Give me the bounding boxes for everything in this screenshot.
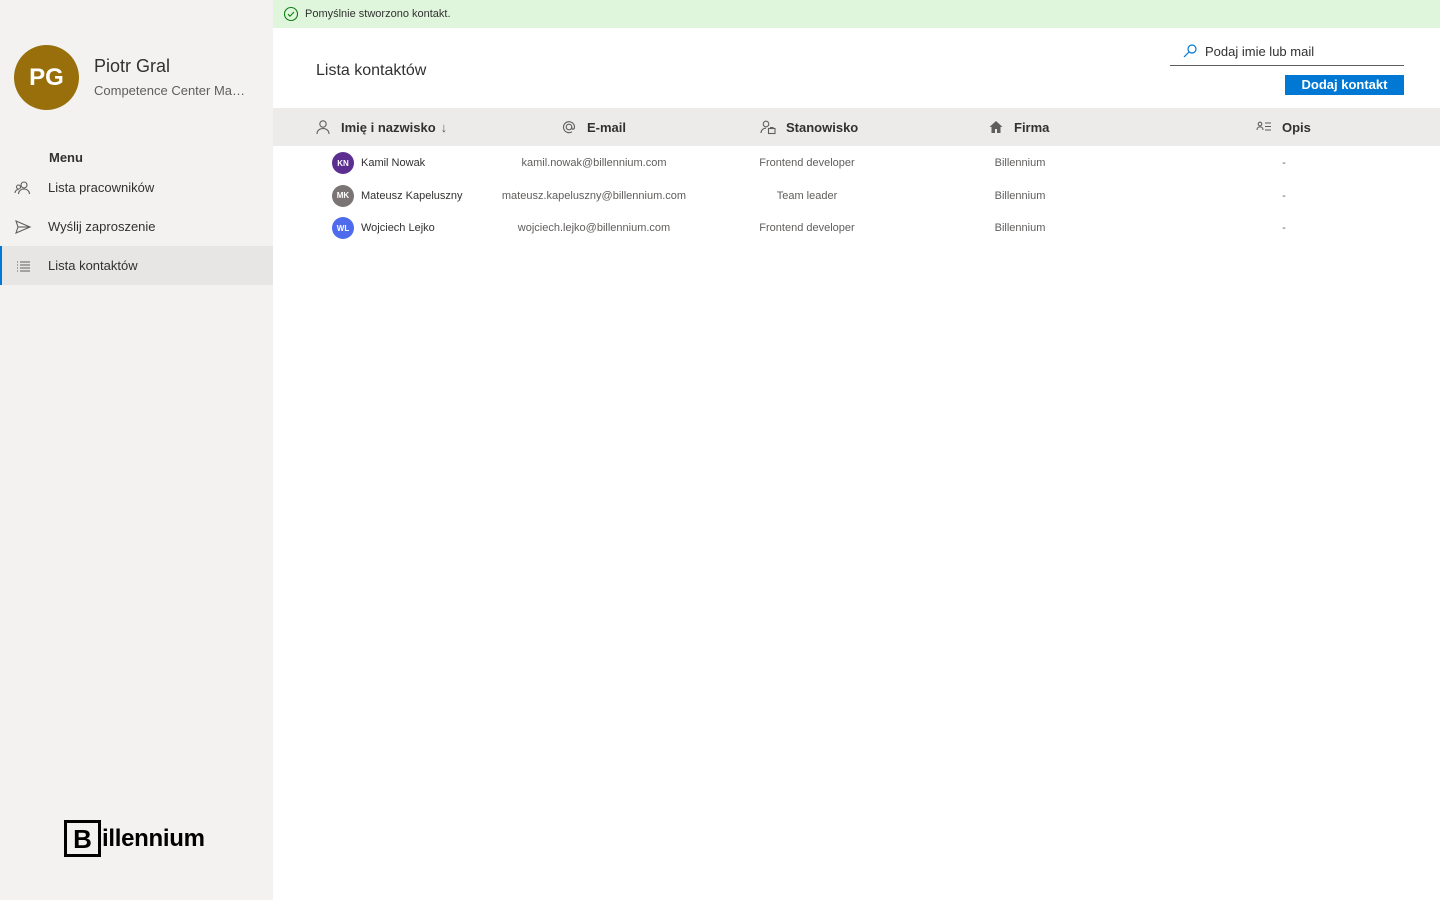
cell-position: Frontend developer [759, 222, 855, 235]
sidebar-item-label: Lista kontaktów [48, 258, 138, 273]
cell-description: - [1282, 189, 1286, 202]
column-header-company[interactable]: Firma [988, 108, 1049, 146]
check-circle-icon [283, 6, 299, 22]
user-profile: PG Piotr Gral Competence Center Manager [14, 45, 252, 110]
sidebar-nav: Lista pracowników Wyślij zaproszenie Lis… [0, 168, 273, 285]
contact-name: Mateusz Kapeluszny [361, 189, 463, 202]
contact-name: Kamil Nowak [361, 157, 426, 170]
home-icon [989, 121, 1003, 133]
cell-description: - [1282, 222, 1286, 235]
text-list-icon [1256, 121, 1271, 131]
avatar: KN [332, 152, 354, 175]
cell-email: mateusz.kapeluszny@billennium.com [501, 189, 687, 202]
search-icon [1183, 44, 1197, 58]
column-label: Firma [1014, 119, 1050, 135]
sidebar-item-label: Lista pracowników [48, 180, 155, 195]
cell-position: Frontend developer [759, 157, 855, 170]
column-header-position[interactable]: Stanowisko [760, 108, 858, 146]
sidebar-item-lista-pracownikow[interactable]: Lista pracowników [0, 168, 273, 207]
contact-card-icon [760, 120, 776, 135]
cell-company: Billennium [994, 222, 1046, 235]
avatar: PG [14, 45, 79, 110]
cell-company: Billennium [994, 157, 1046, 170]
menu-title: Menu [49, 150, 83, 165]
table-row[interactable]: KN Kamil Nowak kamil.nowak@billennium.co… [273, 147, 1440, 180]
notification-text: Pomyślnie stworzono kontakt. [305, 8, 451, 20]
avatar: WL [332, 217, 354, 240]
column-header-name[interactable]: Imię i nazwisko ↓ [315, 108, 447, 146]
search-box [1170, 41, 1404, 66]
cell-email: kamil.nowak@billennium.com [521, 157, 667, 170]
cell-email: wojciech.lejko@billennium.com [517, 222, 671, 235]
avatar: MK [332, 184, 354, 207]
cell-position: Team leader [776, 189, 838, 202]
person-icon [316, 120, 330, 135]
list-icon [17, 261, 30, 272]
send-icon [15, 220, 32, 234]
sidebar-item-wyslij-zaproszenie[interactable]: Wyślij zaproszenie [0, 207, 273, 246]
sort-descending-icon: ↓ [440, 119, 448, 135]
sidebar-item-label: Wyślij zaproszenie [48, 219, 156, 234]
column-label: Stanowisko [786, 119, 859, 135]
column-label: Opis [1282, 119, 1311, 135]
contact-name: Wojciech Lejko [361, 222, 435, 235]
column-label: Imię i nazwisko [341, 119, 436, 135]
page-title: Lista kontaktów [316, 62, 427, 79]
billennium-logo: B illennium [64, 820, 205, 857]
user-name: Piotr Gral [94, 55, 171, 76]
table-row[interactable]: MK Mateusz Kapeluszny mateusz.kapeluszny… [273, 180, 1440, 213]
table-header: Imię i nazwisko ↓ E-mail Stanowisko Firm… [273, 108, 1440, 146]
column-header-description[interactable]: Opis [1256, 108, 1311, 146]
at-icon [562, 121, 576, 134]
cell-company: Billennium [994, 189, 1046, 202]
people-icon [14, 181, 31, 195]
cell-description: - [1282, 157, 1286, 170]
column-label: E-mail [587, 119, 627, 135]
add-contact-button[interactable]: Dodaj kontakt [1285, 75, 1404, 95]
success-notification: Pomyślnie stworzono kontakt. [273, 0, 1440, 28]
sidebar-item-lista-kontaktow[interactable]: Lista kontaktów [0, 246, 273, 285]
logo-text: illennium [102, 824, 205, 852]
column-header-email[interactable]: E-mail [561, 108, 626, 146]
user-role: Competence Center Manager [94, 82, 252, 98]
sidebar: PG Piotr Gral Competence Center Manager … [0, 0, 273, 900]
contacts-table: KN Kamil Nowak kamil.nowak@billennium.co… [273, 147, 1440, 245]
search-input[interactable] [1205, 44, 1400, 59]
table-row[interactable]: WL Wojciech Lejko wojciech.lejko@billenn… [273, 212, 1440, 245]
logo-mark: B [64, 820, 101, 857]
